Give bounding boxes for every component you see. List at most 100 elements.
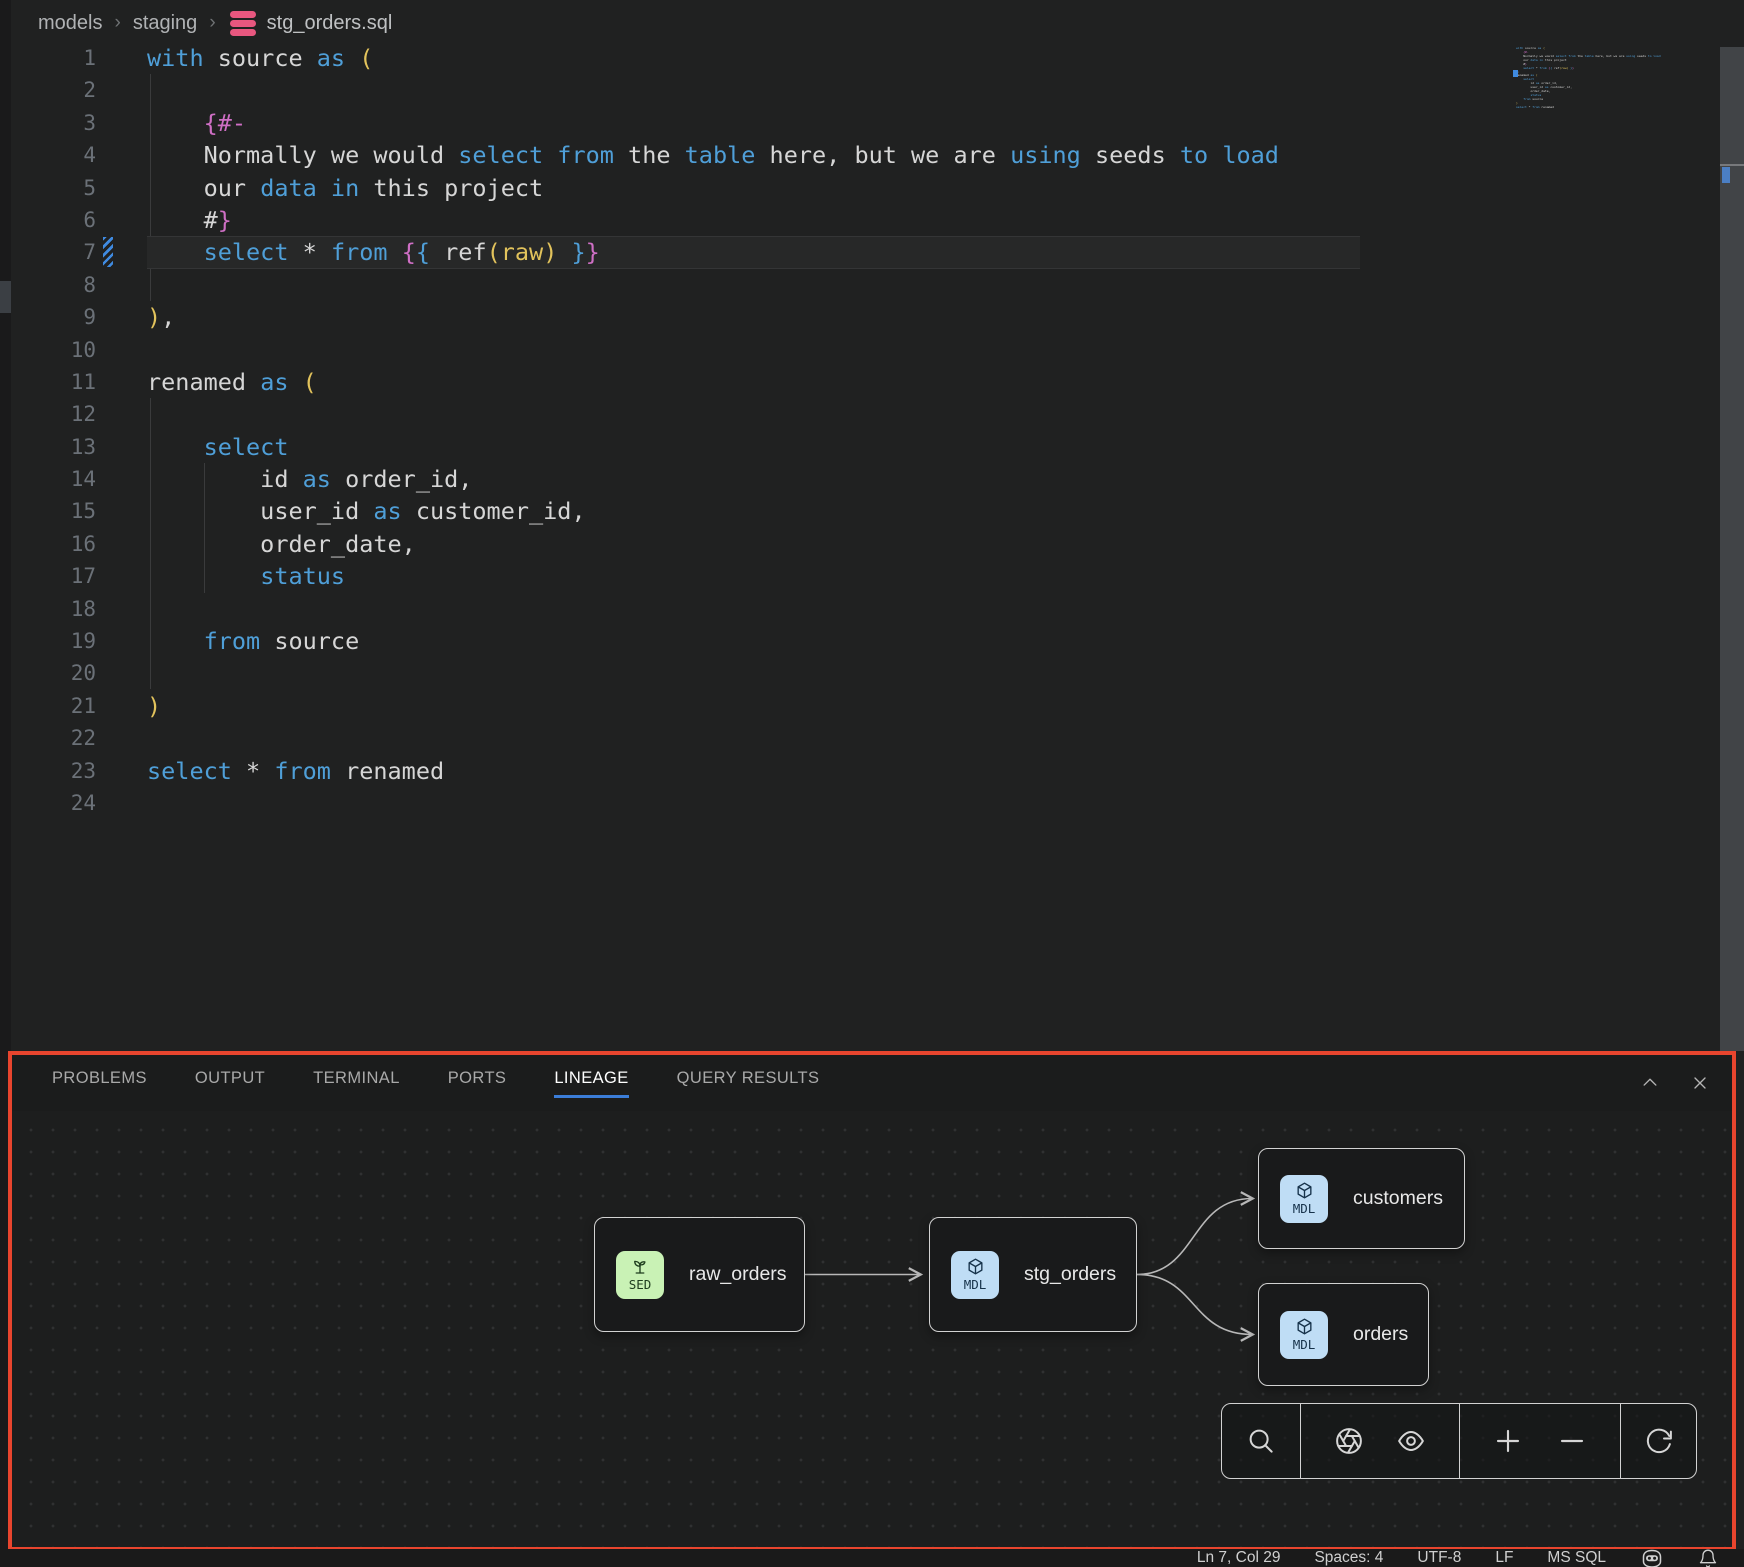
line-number[interactable]: 17: [11, 560, 96, 592]
line-number[interactable]: 9: [11, 301, 96, 333]
breadcrumb-separator: ›: [114, 12, 120, 34]
bell-icon[interactable]: [1698, 1548, 1718, 1567]
edge-stg-to-customers: [1137, 1199, 1252, 1275]
panel-tab-query-results[interactable]: QUERY RESULTS: [677, 1069, 820, 1098]
refresh-icon[interactable]: [1644, 1426, 1674, 1456]
panel-tab-ports[interactable]: PORTS: [448, 1069, 507, 1098]
panel-tab-bar: PROBLEMS OUTPUT TERMINAL PORTS LINEAGE QUERY …: [12, 1055, 1732, 1111]
code-line[interactable]: 22: [11, 722, 1744, 754]
code-line[interactable]: 12: [11, 398, 1744, 430]
code-line[interactable]: 18: [11, 593, 1744, 625]
line-number[interactable]: 18: [11, 593, 96, 625]
badge-label: MDL: [1293, 1337, 1316, 1352]
code-region[interactable]: 1with source as (23 {#-4 Normally we wou…: [11, 42, 1744, 819]
code-line[interactable]: 16 order_date,: [11, 528, 1744, 560]
code-line[interactable]: 2: [11, 74, 1744, 106]
line-number[interactable]: 3: [11, 107, 96, 139]
lineage-node-stg_orders[interactable]: MDLstg_orders: [929, 1217, 1137, 1332]
breadcrumb-file-label: stg_orders.sql: [267, 12, 393, 35]
line-number[interactable]: 7: [11, 236, 96, 268]
line-number[interactable]: 15: [11, 495, 96, 527]
line-number[interactable]: 16: [11, 528, 96, 560]
search-icon[interactable]: [1246, 1426, 1276, 1456]
line-number[interactable]: 10: [11, 334, 96, 366]
node-badge-mdl: MDL: [1280, 1311, 1328, 1359]
panel-tab-problems[interactable]: PROBLEMS: [52, 1069, 147, 1098]
lineage-node-raw_orders[interactable]: SED raw_orders: [594, 1217, 805, 1332]
status-item-utf-8[interactable]: UTF-8: [1417, 1549, 1461, 1567]
code-text: Normally we would select from the table …: [147, 139, 1279, 171]
code-line[interactable]: 21): [11, 690, 1744, 722]
active-tab-underline: [677, 1095, 820, 1098]
line-number[interactable]: 13: [11, 431, 96, 463]
active-tab-underline: [195, 1095, 265, 1098]
status-item-ms-sql[interactable]: MS SQL: [1547, 1549, 1606, 1567]
copilot-icon[interactable]: [1640, 1548, 1664, 1567]
panel-tab-lineage[interactable]: LINEAGE: [554, 1069, 628, 1098]
code-line[interactable]: 24: [11, 787, 1744, 819]
badge-label: MDL: [964, 1277, 987, 1292]
line-number[interactable]: 1: [11, 42, 96, 74]
code-line[interactable]: 4 Normally we would select from the tabl…: [11, 139, 1744, 171]
active-tab-underline: [554, 1095, 628, 1098]
code-line[interactable]: 1with source as (: [11, 42, 1744, 74]
line-number[interactable]: 11: [11, 366, 96, 398]
code-line[interactable]: 19 from source: [11, 625, 1744, 657]
line-number[interactable]: 12: [11, 398, 96, 430]
close-icon[interactable]: [1690, 1073, 1710, 1093]
code-editor[interactable]: models›staging›stg_orders.sql 1with sour…: [11, 0, 1744, 1051]
sidebar-drag-handle[interactable]: [0, 281, 11, 313]
status-item-lf[interactable]: LF: [1495, 1549, 1513, 1567]
breadcrumb-item[interactable]: staging: [133, 12, 198, 35]
code-line[interactable]: 6 #}: [11, 204, 1744, 236]
code-text: {#-: [147, 107, 246, 139]
badge-label: SED: [629, 1277, 652, 1292]
line-number[interactable]: 20: [11, 657, 96, 689]
zoom-in-icon[interactable]: [1492, 1425, 1524, 1457]
zoom-out-icon[interactable]: [1556, 1425, 1588, 1457]
code-line[interactable]: 17 status: [11, 560, 1744, 592]
lineage-canvas[interactable]: SED raw_orders MDLstg_orders MDLcustomers MD…: [12, 1111, 1732, 1547]
code-line[interactable]: 23select * from renamed: [11, 755, 1744, 787]
code-line[interactable]: 3 {#-: [11, 107, 1744, 139]
lineage-node-orders[interactable]: MDLorders: [1258, 1283, 1429, 1386]
editor-scrollbar[interactable]: [1720, 47, 1744, 1051]
line-number[interactable]: 24: [11, 787, 96, 819]
line-number[interactable]: 21: [11, 690, 96, 722]
chevron-up-icon[interactable]: [1640, 1073, 1660, 1093]
panel-tab-output[interactable]: OUTPUT: [195, 1069, 265, 1098]
code-line[interactable]: 7 select * from {{ ref(raw) }}: [11, 236, 1744, 268]
breadcrumb-file[interactable]: stg_orders.sql: [228, 10, 393, 37]
line-number[interactable]: 6: [11, 204, 96, 236]
status-item-ln-7-col-29[interactable]: Ln 7, Col 29: [1197, 1549, 1281, 1567]
code-line[interactable]: 15 user_id as customer_id,: [11, 495, 1744, 527]
code-line[interactable]: 10: [11, 334, 1744, 366]
line-number[interactable]: 23: [11, 755, 96, 787]
gutter-modified-marker: [103, 237, 113, 267]
code-line[interactable]: 8: [11, 269, 1744, 301]
line-number[interactable]: 14: [11, 463, 96, 495]
line-number[interactable]: 2: [11, 74, 96, 106]
code-line[interactable]: 14 id as order_id,: [11, 463, 1744, 495]
code-line[interactable]: 5 our data in this project: [11, 172, 1744, 204]
minimap[interactable]: with source as ( {#- Normally we would s…: [1516, 47, 1711, 110]
code-text: our data in this project: [147, 172, 543, 204]
aperture-icon[interactable]: [1334, 1426, 1364, 1456]
line-number[interactable]: 4: [11, 139, 96, 171]
code-line[interactable]: 13 select: [11, 431, 1744, 463]
panel-tab-label: TERMINAL: [313, 1069, 400, 1088]
line-number[interactable]: 19: [11, 625, 96, 657]
lineage-node-customers[interactable]: MDLcustomers: [1258, 1148, 1465, 1249]
breadcrumb-item[interactable]: models: [38, 12, 102, 35]
edge-stg-to-orders: [1137, 1275, 1252, 1335]
line-number[interactable]: 8: [11, 269, 96, 301]
code-line[interactable]: 9),: [11, 301, 1744, 333]
line-number[interactable]: 22: [11, 722, 96, 754]
eye-icon[interactable]: [1396, 1426, 1426, 1456]
line-number[interactable]: 5: [11, 172, 96, 204]
node-label: raw_orders: [689, 1263, 787, 1286]
status-item-spaces-4[interactable]: Spaces: 4: [1314, 1549, 1383, 1567]
code-line[interactable]: 20: [11, 657, 1744, 689]
panel-tab-terminal[interactable]: TERMINAL: [313, 1069, 400, 1098]
code-line[interactable]: 11renamed as (: [11, 366, 1744, 398]
